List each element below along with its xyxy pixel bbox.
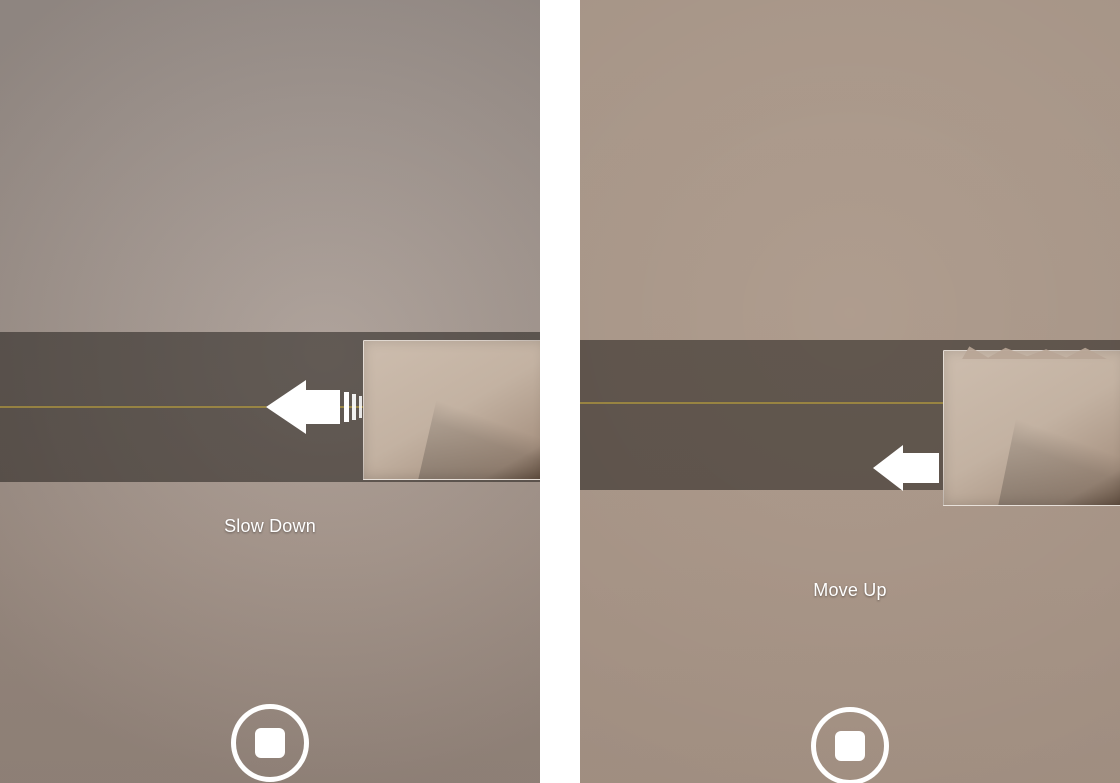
stop-icon <box>255 728 285 758</box>
panorama-preview-thumbnail <box>943 350 1120 506</box>
screenshot-separator <box>540 0 580 783</box>
arrow-left-icon <box>873 445 939 491</box>
stop-capture-button[interactable] <box>231 704 309 782</box>
stop-capture-button[interactable] <box>811 707 889 783</box>
stop-icon <box>835 731 865 761</box>
panorama-capture-right: Move Up <box>580 0 1120 783</box>
panorama-capture-left: Slow Down <box>0 0 540 783</box>
hint-text: Move Up <box>580 580 1120 601</box>
panorama-preview-thumbnail <box>363 340 540 480</box>
hint-text: Slow Down <box>0 516 540 537</box>
arrow-left-trail-icon <box>266 380 372 434</box>
